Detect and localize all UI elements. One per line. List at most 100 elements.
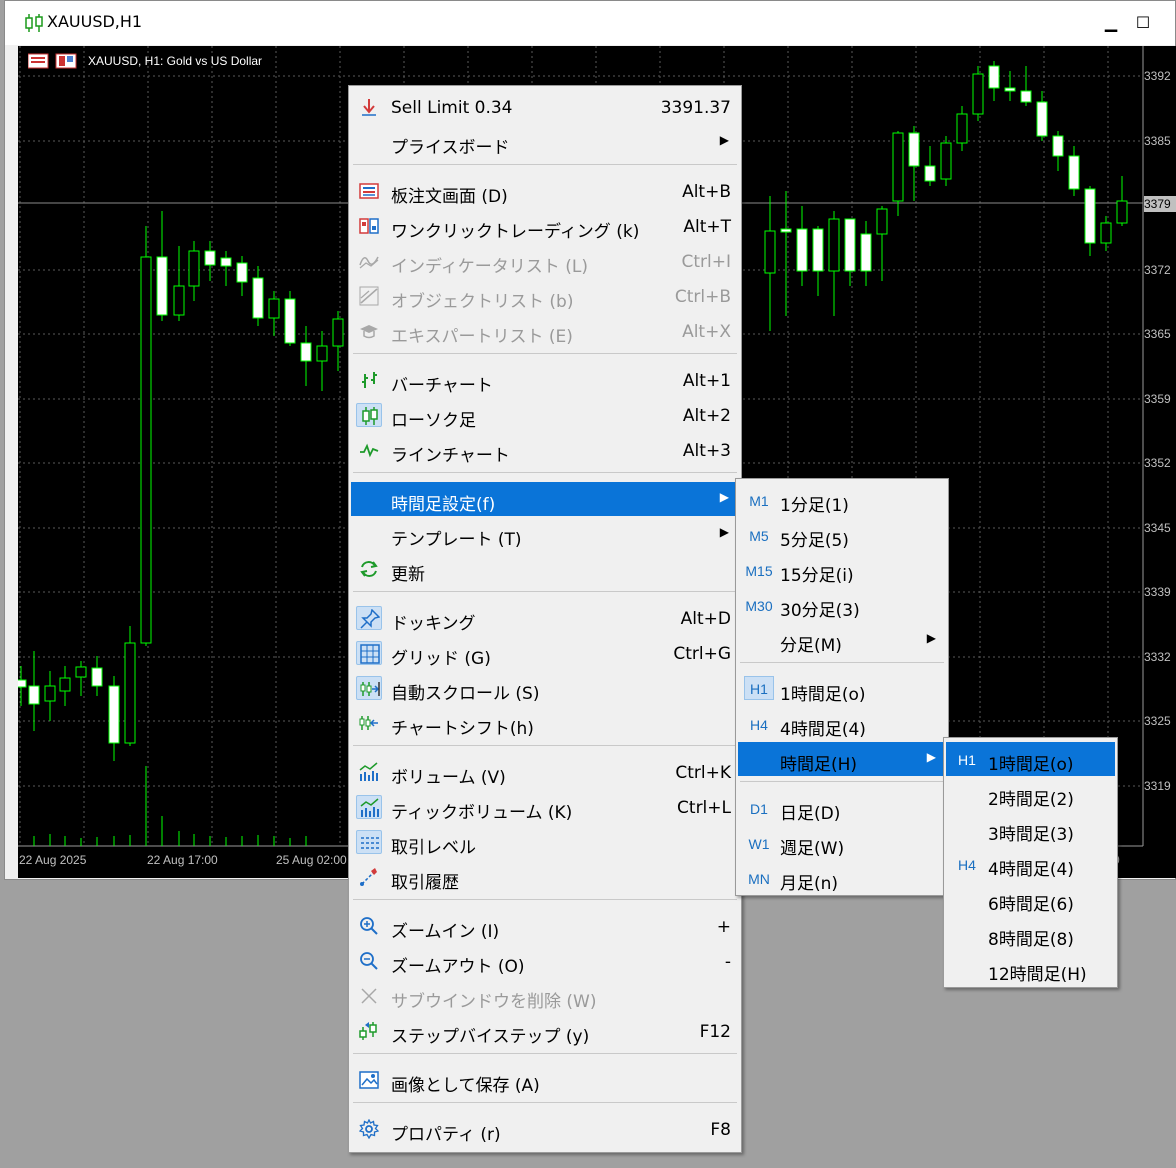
menu-item-label: ティックボリューム (K) xyxy=(391,803,573,823)
timeframe-item-submenu-4[interactable]: 分足(M) ▶ xyxy=(738,623,946,657)
menu-item-submenu-10[interactable]: 時間足設定(f) ▶ xyxy=(351,482,739,516)
timeframe-item-mn[interactable]: MN 月足(n) xyxy=(738,861,946,895)
timeframe-item-d1[interactable]: D1 日足(D) xyxy=(738,791,946,825)
candle-body xyxy=(204,250,216,266)
menu-item-label: インディケータリスト (L) xyxy=(391,257,588,277)
timeframe-item-submenu-7[interactable]: 時間足(H) ▶ xyxy=(738,742,946,776)
candle-body xyxy=(780,228,792,233)
hour-item-2[interactable]: 3時間足(3) xyxy=(946,812,1115,846)
menu-separator xyxy=(353,591,737,592)
timeframe-item-m30[interactable]: M30 30分足(3) xyxy=(738,588,946,622)
window-title: XAUUSD,H1 xyxy=(47,12,143,31)
save-image-icon xyxy=(356,1068,382,1092)
candle-body xyxy=(828,218,840,272)
menu-item-refresh[interactable]: 更新 xyxy=(351,552,739,586)
title-bar[interactable]: XAUUSD,H1 ▁ ☐ xyxy=(5,1,1175,45)
candlestick-icon xyxy=(356,403,382,427)
menu-item-label: ラインチャート xyxy=(391,446,510,466)
refresh-icon xyxy=(356,557,382,581)
timeframe-item-m5[interactable]: M5 5分足(5) xyxy=(738,518,946,552)
menu-item-candlestick[interactable]: ローソク足 Alt+2 xyxy=(351,398,739,432)
menu-item-submenu-11[interactable]: テンプレート (T) ▶ xyxy=(351,517,739,551)
menu-item-step-by-step[interactable]: ステップバイステップ (y) F12 xyxy=(351,1014,739,1048)
menu-separator xyxy=(353,1053,737,1054)
chart-symbol-label: XAUUSD, H1: Gold vs US Dollar xyxy=(88,54,263,68)
hour-item-0[interactable]: H1 1時間足(o) xyxy=(946,742,1115,776)
price-tick-label: 3319 xyxy=(1144,779,1171,793)
minimize-button[interactable]: ▁ xyxy=(1099,11,1123,35)
menu-item-auto-scroll[interactable]: 自動スクロール (S) xyxy=(351,671,739,705)
timeframe-label: 1時間足(o) xyxy=(780,685,866,705)
candle-body xyxy=(268,298,280,319)
menu-item-trade-levels[interactable]: 取引レベル xyxy=(351,825,739,859)
order-book-icon xyxy=(356,179,382,203)
menu-item-order-book[interactable]: 板注文画面 (D) Alt+B xyxy=(351,174,739,208)
submenu-arrow-icon: ▶ xyxy=(719,133,729,147)
menu-item-label: ワンクリックトレーディング (k) xyxy=(391,222,640,242)
bar-chart-icon xyxy=(356,368,382,392)
price-tick-label: 3372 xyxy=(1144,263,1171,277)
menu-item-label: オブジェクトリスト (b) xyxy=(391,292,574,312)
candle-body xyxy=(796,228,808,272)
menu-item-docking[interactable]: ドッキング Alt+D xyxy=(351,601,739,635)
candle-body xyxy=(220,257,232,267)
hour-item-1[interactable]: 2時間足(2) xyxy=(946,777,1115,811)
timeframe-code: MN xyxy=(748,871,770,887)
menu-item-shortcut: Alt+2 xyxy=(682,406,731,426)
menu-item-shortcut: Alt+D xyxy=(680,609,731,629)
menu-item-zoom-out[interactable]: ズームアウト (O) - xyxy=(351,944,739,978)
timeframe-item-m1[interactable]: M1 1分足(1) xyxy=(738,483,946,517)
menu-item-label: 更新 xyxy=(391,565,425,585)
hour-item-5[interactable]: 8時間足(8) xyxy=(946,917,1115,951)
menu-separator xyxy=(740,781,944,782)
timeframe-code: H1 xyxy=(958,752,976,768)
timeframe-code: W1 xyxy=(748,836,770,852)
timeframe-item-w1[interactable]: W1 週足(W) xyxy=(738,826,946,860)
menu-item-volume[interactable]: ボリューム (V) Ctrl+K xyxy=(351,755,739,789)
price-tick-label: 3385 xyxy=(1144,134,1171,148)
menu-item-tick-volume[interactable]: ティックボリューム (K) Ctrl+L xyxy=(351,790,739,824)
submenu-arrow-icon: ▶ xyxy=(926,750,936,764)
menu-item-save-image[interactable]: 画像として保存 (A) xyxy=(351,1063,739,1097)
hour-item-3[interactable]: H4 4時間足(4) xyxy=(946,847,1115,881)
hour-label: 6時間足(6) xyxy=(988,895,1074,915)
maximize-button[interactable]: ☐ xyxy=(1131,11,1155,35)
menu-item-bar-chart[interactable]: バーチャート Alt+1 xyxy=(351,363,739,397)
menu-item-sell-limit[interactable]: Sell Limit 0.34 3391.37 xyxy=(351,90,739,124)
menu-item-label: チャートシフト(h) xyxy=(391,719,534,739)
hour-label: 12時間足(H) xyxy=(988,965,1087,985)
timeframe-item-m15[interactable]: M15 15分足(i) xyxy=(738,553,946,587)
menu-item-expert-list[interactable]: エキスパートリスト (E) Alt+X xyxy=(351,314,739,348)
menu-item-shortcut: F12 xyxy=(699,1022,731,1042)
menu-item-trade-history[interactable]: 取引履歴 xyxy=(351,860,739,894)
menu-item-shortcut: Alt+3 xyxy=(682,441,731,461)
timeframe-item-h1[interactable]: H1 1時間足(o) xyxy=(738,672,946,706)
remove-subwindow-icon xyxy=(356,984,382,1008)
menu-item-remove-subwindow[interactable]: サブウインドウを削除 (W) xyxy=(351,979,739,1013)
candle-body xyxy=(1084,188,1096,244)
menu-item-object-list[interactable]: オブジェクトリスト (b) Ctrl+B xyxy=(351,279,739,313)
hour-label: 3時間足(3) xyxy=(988,825,1074,845)
menu-item-submenu-1[interactable]: プライスボード ▶ xyxy=(351,125,739,159)
candle-body xyxy=(1068,155,1080,190)
hour-label: 2時間足(2) xyxy=(988,790,1074,810)
menu-item-grid[interactable]: グリッド (G) Ctrl+G xyxy=(351,636,739,670)
menu-item-one-click-trading[interactable]: ワンクリックトレーディング (k) Alt+T xyxy=(351,209,739,243)
hour-item-6[interactable]: 12時間足(H) xyxy=(946,952,1115,986)
menu-item-shortcut: Ctrl+K xyxy=(675,763,731,783)
menu-item-properties[interactable]: プロパティ (r) F8 xyxy=(351,1112,739,1146)
volume-icon xyxy=(356,760,382,784)
candle-body xyxy=(1052,135,1064,157)
menu-item-label: グリッド (G) xyxy=(391,649,491,669)
menu-item-zoom-in[interactable]: ズームイン (I) + xyxy=(351,909,739,943)
menu-item-shortcut: Alt+X xyxy=(682,322,731,342)
candle-body xyxy=(252,277,264,319)
timeframe-label: 1分足(1) xyxy=(780,496,849,516)
menu-item-chart-shift[interactable]: チャートシフト(h) xyxy=(351,706,739,740)
price-tick-label: 3352 xyxy=(1144,456,1171,470)
timeframe-item-h4[interactable]: H4 4時間足(4) xyxy=(738,707,946,741)
candle-body xyxy=(300,342,312,362)
hour-item-4[interactable]: 6時間足(6) xyxy=(946,882,1115,916)
menu-item-indicator-list[interactable]: インディケータリスト (L) Ctrl+I xyxy=(351,244,739,278)
menu-item-line-chart[interactable]: ラインチャート Alt+3 xyxy=(351,433,739,467)
